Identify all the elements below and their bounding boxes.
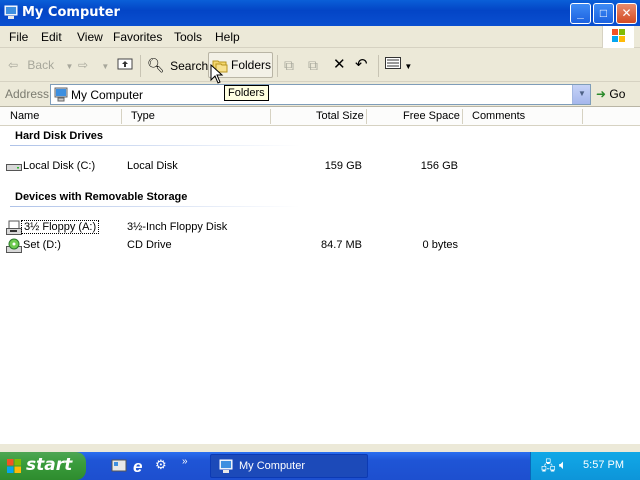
toolbar-separator [277, 55, 278, 77]
start-button[interactable]: start [0, 452, 86, 480]
cd-drive-icon [6, 238, 22, 253]
chevron-down-icon: ▼ [65, 62, 74, 71]
address-field[interactable]: My Computer ▼ [50, 84, 591, 105]
menu-bar: File Edit View Favorites Tools Help [0, 26, 640, 48]
menu-tools[interactable]: Tools [174, 30, 202, 44]
drive-row-set-d[interactable]: Set (D:) CD Drive 84.7 MB 0 bytes [0, 237, 640, 255]
column-type[interactable]: Type [131, 110, 155, 122]
up-folder-icon [117, 58, 133, 70]
views-icon [385, 57, 401, 69]
maximize-button[interactable]: □ [593, 3, 614, 24]
taskbar-button-label: My Computer [239, 460, 306, 472]
drive-free-space: 0 bytes [422, 239, 458, 251]
system-tray: 🖧︎ 🔈︎ 5:57 PM [530, 452, 640, 480]
chevron-down-icon: ▼ [578, 89, 586, 98]
volume-icon[interactable]: 🔈︎ [559, 457, 567, 473]
drive-row-floppy-a[interactable]: 3½ Floppy (A:) 3½-Inch Floppy Disk [0, 219, 640, 237]
taskbar: start e ⚙ » My Computer 🖧︎ 🔈︎ 5:57 PM [0, 452, 640, 480]
my-computer-icon [4, 5, 18, 19]
group-divider [10, 145, 300, 146]
column-divider [582, 109, 583, 124]
column-divider [121, 109, 122, 124]
drive-row-local-disk-c[interactable]: Local Disk (C:) Local Disk 159 GB 156 GB [0, 158, 640, 176]
address-label: Address [5, 87, 50, 101]
search-icon: 🔍︎ [147, 57, 165, 73]
column-divider [366, 109, 367, 124]
chevron-down-icon: ▼ [404, 62, 413, 71]
floppy-disk-icon [6, 220, 22, 235]
back-label: Back [27, 58, 55, 72]
forward-button[interactable]: ⇨ ▼ [78, 56, 109, 74]
title-bar[interactable]: My Computer _ □ ✕ [0, 0, 640, 26]
column-comments[interactable]: Comments [472, 110, 525, 122]
search-button[interactable]: 🔍︎ Search [147, 56, 208, 74]
windows-flag-icon [7, 459, 21, 473]
group-header-hard-disk-drives: Hard Disk Drives [15, 130, 104, 142]
folders-label: Folders [231, 58, 272, 72]
drive-name: 3½ Floppy (A:) [20, 220, 100, 234]
column-divider [462, 109, 463, 124]
forward-arrow-icon: ⇨ [78, 58, 89, 72]
toolbar-separator [140, 55, 141, 77]
window-title: My Computer [22, 5, 120, 20]
hard-disk-icon [6, 164, 22, 171]
undo-icon[interactable]: ↶ [355, 56, 368, 74]
quick-launch-more-icon[interactable]: » [182, 456, 188, 467]
taskbar-button-my-computer[interactable]: My Computer [210, 454, 368, 478]
windows-logo-icon [602, 26, 634, 48]
menu-help[interactable]: Help [215, 30, 240, 44]
my-computer-icon [219, 459, 233, 473]
search-label: Search [170, 59, 209, 73]
network-icon[interactable]: 🖧︎ [541, 457, 556, 479]
column-divider [270, 109, 271, 124]
drive-name: Set (D:) [23, 239, 61, 251]
menu-view[interactable]: View [77, 30, 103, 44]
column-total-size[interactable]: Total Size [316, 110, 364, 122]
column-header-row: Name Type Total Size Free Space Comments [0, 107, 640, 126]
address-dropdown-button[interactable]: ▼ [572, 85, 590, 104]
column-name[interactable]: Name [10, 110, 39, 122]
toolbar-separator [378, 55, 379, 77]
drive-total-size: 84.7 MB [321, 239, 362, 251]
views-button[interactable]: ▼ [385, 56, 412, 74]
start-label: start [26, 455, 73, 475]
menu-favorites[interactable]: Favorites [113, 30, 162, 44]
group-header-removable-storage: Devices with Removable Storage [15, 191, 188, 203]
drive-free-space: 156 GB [420, 160, 458, 172]
back-arrow-icon: ⇦ [8, 58, 19, 72]
delete-icon[interactable]: ✕ [333, 56, 346, 74]
drive-name: Local Disk (C:) [23, 160, 96, 172]
address-value: My Computer [71, 88, 144, 102]
column-free-space[interactable]: Free Space [403, 110, 460, 122]
menu-file[interactable]: File [9, 30, 28, 44]
go-label: Go [609, 87, 626, 101]
media-player-icon[interactable]: ⚙ [155, 457, 173, 475]
copy-to-icon[interactable]: ⧉ [308, 56, 318, 74]
go-arrow-icon: ➜ [596, 87, 607, 101]
go-button[interactable]: ➜ Go [596, 87, 625, 101]
internet-explorer-icon[interactable]: e [133, 457, 151, 476]
up-folder-button[interactable] [117, 56, 133, 74]
menu-edit[interactable]: Edit [41, 30, 62, 44]
address-bar: Address My Computer ▼ ➜ Go [0, 83, 640, 106]
group-divider [10, 206, 300, 207]
move-to-icon[interactable]: ⧉ [284, 56, 294, 74]
folders-tooltip: Folders [224, 85, 269, 101]
drive-type: CD Drive [127, 239, 172, 251]
drive-type: Local Disk [127, 160, 178, 172]
show-desktop-icon[interactable] [110, 457, 128, 475]
chevron-down-icon: ▼ [101, 62, 110, 71]
my-computer-icon [54, 87, 68, 102]
drive-type: 3½-Inch Floppy Disk [127, 221, 228, 233]
close-button[interactable]: ✕ [616, 3, 637, 24]
back-button[interactable]: ⇦ Back ▼ [8, 56, 73, 74]
minimize-button[interactable]: _ [570, 3, 591, 24]
mouse-cursor-icon [210, 64, 224, 84]
file-list-view[interactable]: Name Type Total Size Free Space Comments… [0, 106, 640, 444]
drive-total-size: 159 GB [324, 160, 362, 172]
clock[interactable]: 5:57 PM [583, 459, 624, 471]
standard-toolbar: ⇦ Back ▼ ⇨ ▼ 🔍︎ Search Folders ⧉ ⧉ ✕ ↶ ▼ [0, 49, 640, 84]
